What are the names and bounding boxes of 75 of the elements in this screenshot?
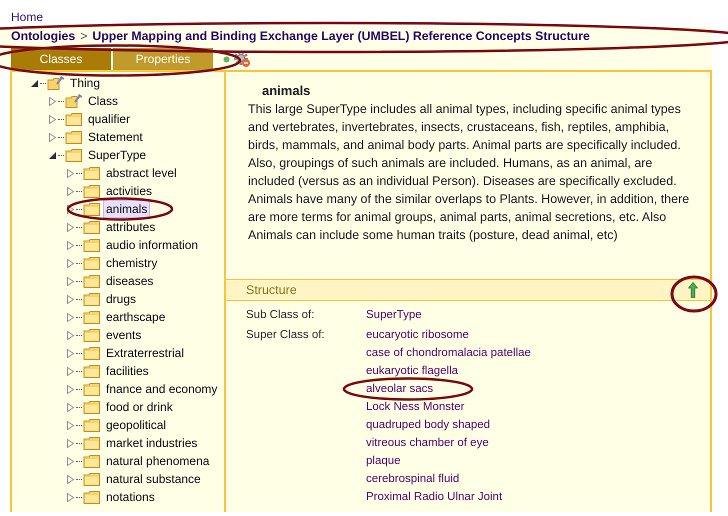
tree-item[interactable]: attributes [104,219,158,235]
class-link[interactable]: plaque [366,452,531,470]
tree-item[interactable]: natural phenomena [104,453,212,469]
description-text: This large SuperType includes all animal types, including specific animal types and vertebrates, invertebrates, insects, crustaceans, fish, reptiles, amphibia, birds, mammals, and animal body parts. Animal parts are specifically included. Also, groupings of such animals are included. Humans, as an animal, are included (versus as an individual Person). Diseases are specifically excluded. Animals have many of the similar overlaps to Plants. However, in addition, there are more terms for animal groups, animal parts, animal secretions, etc. Also Animals can include some human traits (posture, dead animal, etc) [248,101,690,244]
tree-item[interactable]: fnance and economy [104,381,220,397]
folder-icon [83,292,101,306]
folder-icon [83,310,101,324]
folder-icon [83,274,101,288]
concept-title: animals [262,82,312,100]
folder-icon [83,472,101,486]
tree-item[interactable]: facilities [104,363,151,379]
class-link[interactable]: eukaryotic flagella [366,362,531,380]
folder-icon [83,400,101,414]
tree-item[interactable]: SuperType [86,147,148,163]
tree-item[interactable]: abstract level [104,165,179,181]
tree-item[interactable]: Thing [68,75,102,91]
field-label: Super Class of: [246,328,326,343]
folder-icon [83,346,101,360]
folder-icon [83,202,101,216]
folder-icon [65,130,83,144]
class-link[interactable]: case of chondromalacia patellae [366,344,531,362]
folder-icon [83,256,101,270]
folder-icon [65,148,83,162]
folder-wrench-icon [65,94,83,108]
field-label: Sub Class of: [246,308,316,323]
class-link[interactable]: cerebrospinal fluid [366,470,531,488]
folder-icon [83,184,101,198]
folder-icon [83,328,101,342]
tree-item[interactable]: diseases [104,273,156,289]
collapse-triangle-icon[interactable] [48,150,57,160]
class-link[interactable]: eucaryotic ribosome [366,326,531,344]
up-arrow-icon[interactable] [688,282,698,298]
tree-item[interactable]: Statement [86,129,145,145]
folder-icon [83,220,101,234]
tree-item[interactable]: natural substance [104,471,203,487]
expand-triangle-icon[interactable] [66,204,75,214]
folder-icon [83,166,101,180]
tree-item[interactable]: chemistry [104,255,160,271]
tree-item[interactable]: audio information [104,237,200,253]
tree-item[interactable]: notations [104,489,157,505]
folder-icon [83,490,101,504]
folder-icon [83,364,101,378]
class-link[interactable]: Lock Ness Monster [366,398,531,416]
class-link[interactable]: alveolar sacs [366,380,531,398]
class-link[interactable]: quadruped body shaped [366,416,531,434]
folder-icon [83,436,101,450]
tree-item[interactable]: earthscape [104,309,168,325]
collapse-triangle-icon[interactable] [30,78,39,88]
folder-icon [83,238,101,252]
breadcrumb-link[interactable]: Ontologies [11,27,76,45]
folder-icon [83,382,101,396]
tree-item[interactable]: food or drink [104,399,175,415]
tree-item[interactable]: qualifier [86,111,132,127]
page-title: Upper Mapping and Binding Exchange Layer (UMBEL) Reference Concepts Structure [92,28,590,45]
folder-icon [83,418,101,432]
tree-item[interactable]: drugs [104,291,138,307]
tree-item[interactable]: geopolitical [104,417,168,433]
section-title: Structure [246,283,297,297]
class-link[interactable]: Proximal Radio Ulnar Joint [366,488,531,506]
folder-icon [83,454,101,468]
tree-item[interactable]: activities [104,183,154,199]
class-link[interactable]: vitreous chamber of eye [366,434,531,452]
settings-icon[interactable] [233,50,251,68]
tree-item[interactable]: Class [86,93,120,109]
home-link[interactable]: Home [11,10,44,24]
folder-wrench-icon [47,76,65,90]
tree-item[interactable]: Extraterrestrial [104,345,186,361]
tree-item[interactable]: animals [104,201,150,217]
class-link[interactable]: SuperType [366,306,422,324]
tree-item[interactable]: market industries [104,435,200,451]
annotation-ellipse [670,276,718,312]
breadcrumb-separator: > [80,28,88,45]
tree-item[interactable]: events [104,327,144,343]
folder-icon [65,112,83,126]
status-dot-icon [223,56,230,62]
